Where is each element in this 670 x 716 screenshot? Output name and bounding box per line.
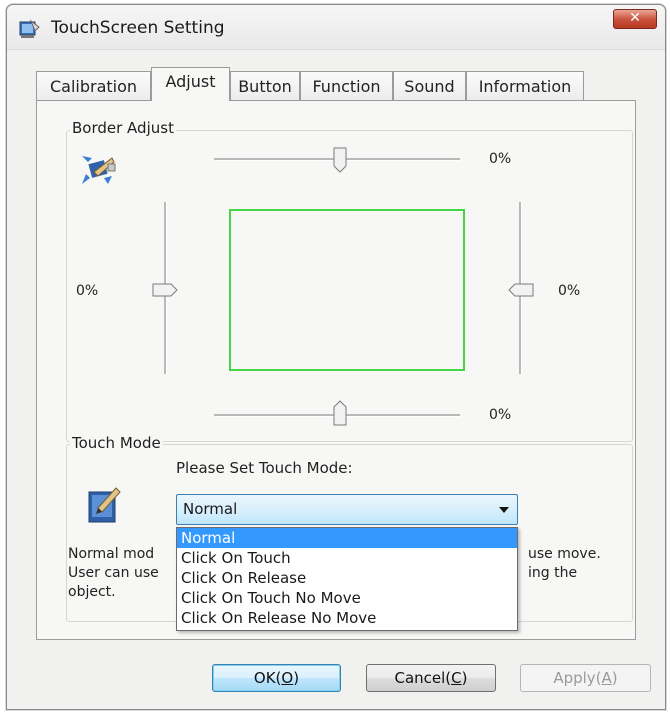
button-accelerator: C [451, 669, 462, 687]
option-normal[interactable]: Normal [177, 528, 517, 548]
chevron-down-icon[interactable] [499, 507, 509, 513]
tab-label: Sound [404, 77, 455, 96]
touch-mode-description: Normal mod User can use object. [68, 545, 159, 602]
description-line: use move. [528, 546, 601, 562]
option-click-on-touch-no-move[interactable]: Click On Touch No Move [177, 588, 517, 608]
bottom-border-slider-thumb[interactable] [333, 400, 347, 426]
close-icon: ✕ [629, 10, 641, 26]
touch-mode-description-tail: use move. ing the [528, 545, 601, 583]
left-border-slider-thumb[interactable] [152, 283, 178, 297]
description-line: User can use [68, 565, 159, 581]
button-label: ) [461, 669, 468, 687]
top-border-slider-thumb[interactable] [333, 147, 347, 173]
button-label: Apply( [553, 669, 602, 687]
touch-mode-dropdown-list: Normal Click On Touch Click On Release C… [176, 527, 518, 631]
button-label: ) [611, 669, 618, 687]
tab-label: Information [478, 77, 572, 96]
button-label: Cancel( [394, 669, 452, 687]
right-border-slider-thumb[interactable] [508, 283, 534, 297]
apply-button[interactable]: Apply(A) [520, 664, 651, 692]
button-label: ) [293, 669, 300, 687]
description-line: object. [68, 584, 116, 600]
tab-sound[interactable]: Sound [393, 71, 466, 100]
touchscreen-app-icon [19, 19, 41, 39]
tab-label: Calibration [49, 77, 138, 96]
left-border-value: 0% [76, 283, 99, 299]
tab-label: Function [312, 77, 381, 96]
top-border-value: 0% [489, 151, 512, 167]
button-accelerator: O [281, 669, 294, 687]
option-click-on-release[interactable]: Click On Release [177, 568, 517, 588]
tab-calibration[interactable]: Calibration [36, 71, 151, 100]
cancel-button[interactable]: Cancel(C) [366, 664, 496, 692]
title-bar[interactable]: TouchScreen Setting ✕ [7, 5, 665, 50]
tab-function[interactable]: Function [300, 71, 393, 100]
border-adjust-legend: Border Adjust [70, 119, 176, 137]
option-click-on-release-no-move[interactable]: Click On Release No Move [177, 608, 517, 628]
touch-mode-selected-value: Normal [183, 500, 238, 518]
touch-mode-icon [86, 484, 126, 526]
button-accelerator: A [601, 669, 612, 687]
tab-label: Adjust [165, 72, 216, 91]
description-line: Normal mod [68, 546, 155, 562]
bottom-border-value: 0% [489, 407, 512, 423]
border-preview-rectangle [229, 209, 465, 371]
option-click-on-touch[interactable]: Click On Touch [177, 548, 517, 568]
ok-button[interactable]: OK(O) [212, 664, 341, 692]
close-button[interactable]: ✕ [613, 9, 657, 29]
tab-adjust[interactable]: Adjust [151, 67, 230, 101]
tab-information[interactable]: Information [466, 71, 584, 100]
tab-label: Button [238, 77, 292, 96]
tab-button[interactable]: Button [230, 71, 300, 100]
right-border-value: 0% [558, 283, 581, 299]
description-line: ing the [528, 565, 578, 581]
touch-mode-select[interactable]: Normal [176, 494, 518, 525]
touch-mode-legend: Touch Mode [70, 434, 163, 452]
window-title: TouchScreen Setting [51, 18, 225, 38]
touch-mode-prompt: Please Set Touch Mode: [176, 459, 353, 477]
button-label: OK( [253, 669, 282, 687]
border-adjust-icon [78, 150, 118, 190]
